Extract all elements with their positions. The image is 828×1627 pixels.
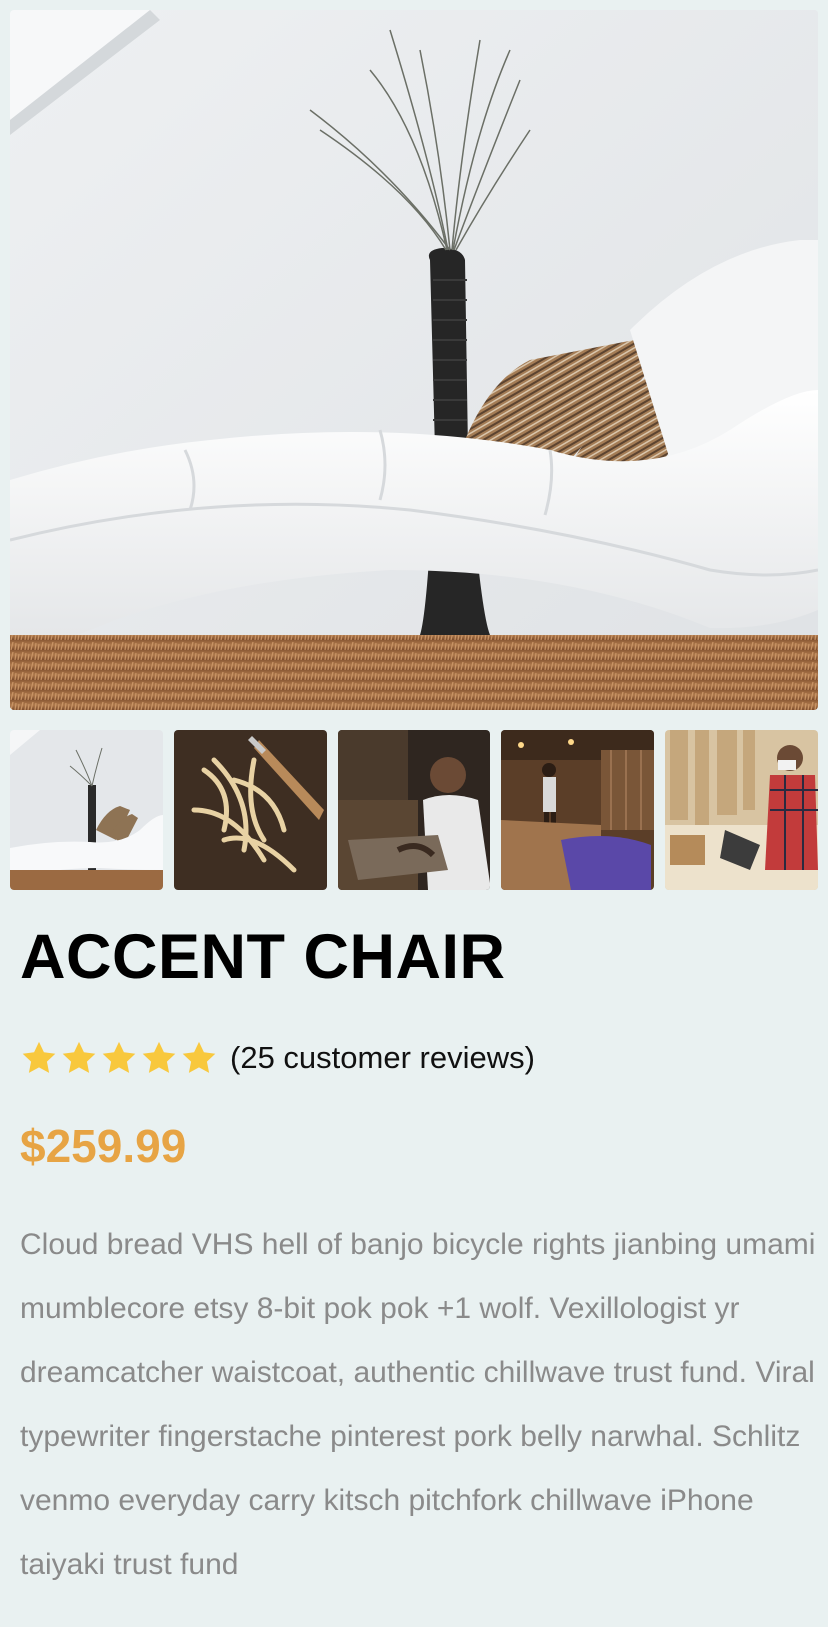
- review-count-link[interactable]: (25 customer reviews): [230, 1040, 535, 1076]
- product-info: ACCENT CHAIR (25 customer reviews) $259.…: [10, 926, 818, 1597]
- star-icon: [22, 1041, 56, 1073]
- thumbnail-chaise[interactable]: [10, 730, 163, 890]
- star-rating: [20, 1039, 218, 1077]
- star-icon: [62, 1041, 96, 1073]
- product-title: ACCENT CHAIR: [20, 922, 506, 992]
- product-description: Cloud bread VHS hell of banjo bicycle ri…: [20, 1228, 816, 1581]
- product-page: ACCENT CHAIR (25 customer reviews) $259.…: [10, 10, 818, 1627]
- product-price: $259.99: [20, 1120, 187, 1172]
- star-icon: [182, 1041, 216, 1073]
- thumbnail-workshop[interactable]: [501, 730, 655, 890]
- main-product-image: [10, 10, 818, 710]
- product-rating: (25 customer reviews): [20, 1039, 808, 1077]
- star-icon: [102, 1041, 136, 1073]
- thumbnail-craftsman[interactable]: [337, 730, 491, 890]
- star-icon: [142, 1041, 176, 1073]
- thumbnail-strip: [10, 730, 818, 890]
- thumbnail-wood-shavings[interactable]: [173, 730, 327, 890]
- thumbnail-woodworker-laptop[interactable]: [665, 730, 818, 890]
